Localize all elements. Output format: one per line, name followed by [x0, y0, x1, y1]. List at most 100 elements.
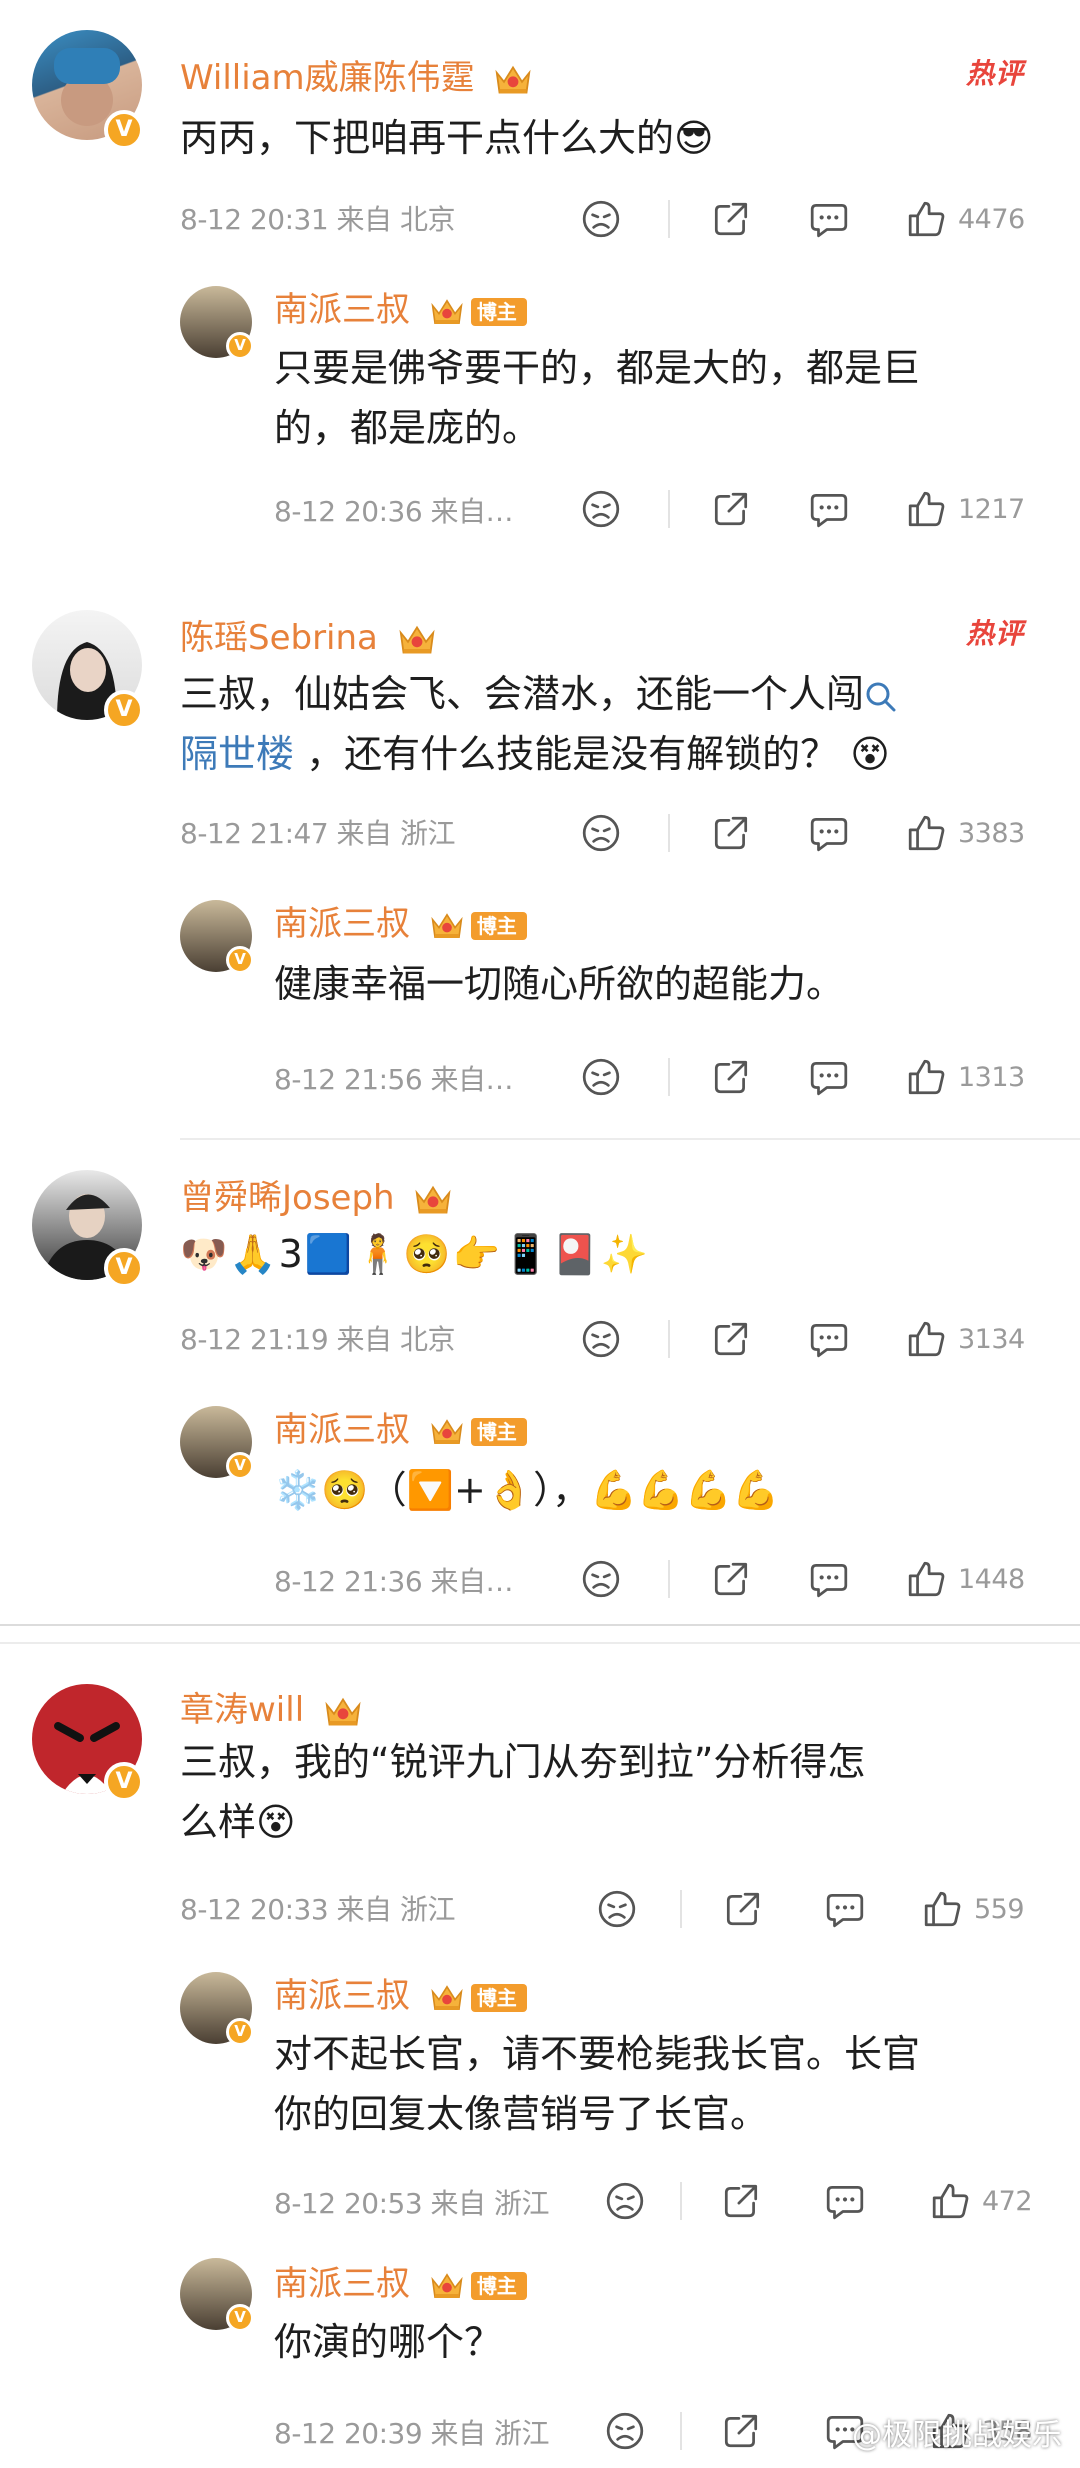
like-count: 472	[982, 2185, 1033, 2217]
crown-icon	[429, 910, 465, 942]
crown-icon	[429, 2270, 465, 2302]
like-button[interactable]: 472	[930, 2176, 1033, 2226]
share-icon	[722, 1888, 764, 1930]
share-icon	[710, 488, 752, 530]
dislike-button[interactable]	[596, 1884, 638, 1934]
dislike-button[interactable]	[580, 1554, 622, 1604]
reply-author[interactable]: 南派三叔 博主	[274, 896, 527, 945]
like-button[interactable]: 1448	[906, 1554, 1025, 1604]
verified-badge-icon: V	[104, 690, 144, 730]
topic-link[interactable]: 隔世楼	[180, 732, 294, 776]
verified-badge-icon: V	[226, 1452, 254, 1480]
emoji-icon: 😵	[256, 1800, 296, 1844]
divider	[0, 1642, 1080, 1644]
reply-actions: 1217	[580, 484, 1040, 534]
comment-meta: 8-12 20:31 来自 北京	[180, 203, 455, 236]
comment-actions: 3383	[580, 808, 1040, 858]
crown-icon	[493, 62, 533, 98]
dislike-button[interactable]	[604, 2406, 646, 2456]
comment-icon	[808, 198, 850, 240]
reply-text: 你演的哪个？	[274, 2320, 503, 2364]
comment-author[interactable]: 陈瑶Sebrina	[180, 610, 437, 659]
divider	[680, 1890, 682, 1928]
divider	[680, 2182, 682, 2220]
reply-meta: 8-12 20:39 来自 浙江	[274, 2417, 549, 2450]
comment-button[interactable]	[808, 1314, 850, 1364]
share-button[interactable]	[710, 484, 752, 534]
watermark: @极限挑战娱乐	[852, 2418, 1062, 2453]
reply-actions: 472	[604, 2176, 1054, 2226]
share-icon	[710, 198, 752, 240]
dislike-button[interactable]	[604, 2176, 646, 2226]
like-button[interactable]: 559	[922, 1884, 1025, 1934]
like-button[interactable]: 3383	[906, 808, 1025, 858]
comment-button[interactable]	[808, 1554, 850, 1604]
like-icon	[930, 2180, 972, 2222]
comment-icon	[824, 1888, 866, 1930]
comment-button[interactable]	[808, 808, 850, 858]
divider	[668, 1058, 670, 1096]
comment-button[interactable]	[808, 1052, 850, 1102]
like-count: 4476	[958, 203, 1025, 235]
dislike-button[interactable]	[580, 1052, 622, 1102]
comment-icon	[808, 1056, 850, 1098]
share-button[interactable]	[722, 1884, 764, 1934]
comment-text: 🐶🙏3🟦🧍🥺👉📱🎴✨	[180, 1232, 651, 1276]
dislike-button[interactable]	[580, 484, 622, 534]
hot-comment-badge: 热评	[965, 617, 1024, 650]
dislike-button[interactable]	[580, 1314, 622, 1364]
dislike-button[interactable]	[580, 194, 622, 244]
divider	[680, 2412, 682, 2450]
share-button[interactable]	[710, 1052, 752, 1102]
comment-author[interactable]: 章涛will	[180, 1682, 363, 1731]
comment-text: 丙丙，下把咱再干点什么大的😎	[180, 116, 714, 160]
divider	[0, 1624, 1080, 1626]
emoji-icon: 😵	[850, 732, 890, 776]
dislike-icon	[580, 198, 622, 240]
like-button[interactable]: 1313	[906, 1052, 1025, 1102]
like-button[interactable]: 1217	[906, 484, 1025, 534]
dislike-icon	[580, 488, 622, 530]
crown-icon	[429, 1982, 465, 2014]
comment-actions: 4476	[580, 194, 1040, 244]
blogger-tag: 博主	[470, 1417, 527, 1446]
share-button[interactable]	[710, 1554, 752, 1604]
like-count: 1217	[958, 493, 1025, 525]
reply-author[interactable]: 南派三叔 博主	[274, 282, 527, 331]
comment-author[interactable]: William威廉陈伟霆	[180, 50, 533, 99]
dislike-icon	[580, 1056, 622, 1098]
dislike-button[interactable]	[580, 808, 622, 858]
hot-comment-badge: 热评	[965, 57, 1024, 90]
share-button[interactable]	[710, 1314, 752, 1364]
share-button[interactable]	[720, 2176, 762, 2226]
divider	[668, 1320, 670, 1358]
comment-actions: 3134	[580, 1314, 1040, 1364]
like-count: 1313	[958, 1061, 1025, 1093]
reply-author[interactable]: 南派三叔 博主	[274, 1968, 527, 2017]
like-icon	[922, 1888, 964, 1930]
reply-meta: 8-12 20:36 来自…	[274, 495, 514, 528]
like-button[interactable]: 4476	[906, 194, 1025, 244]
reply-author[interactable]: 南派三叔 博主	[274, 1402, 527, 1451]
comment-author[interactable]: 曾舜晞Joseph	[180, 1170, 453, 1219]
reply-author[interactable]: 南派三叔 博主	[274, 2256, 527, 2305]
dislike-icon	[580, 1318, 622, 1360]
comment-button[interactable]	[808, 484, 850, 534]
crown-icon	[429, 1416, 465, 1448]
comment-actions: 559	[596, 1884, 1056, 1934]
comment-button[interactable]	[808, 194, 850, 244]
share-icon	[710, 1318, 752, 1360]
reply-actions: 1448	[580, 1554, 1040, 1604]
share-button[interactable]	[710, 808, 752, 858]
reply-meta: 8-12 20:53 来自 浙江	[274, 2187, 549, 2220]
share-button[interactable]	[710, 194, 752, 244]
share-button[interactable]	[720, 2406, 762, 2456]
comment-meta: 8-12 20:33 来自 浙江	[180, 1893, 455, 1926]
like-button[interactable]: 3134	[906, 1314, 1025, 1364]
like-count: 3134	[958, 1323, 1025, 1355]
divider	[668, 490, 670, 528]
divider	[668, 200, 670, 238]
comment-text: 三叔，仙姑会飞、会潜水，还能一个人闯 隔世楼 ，还有什么技能是没有解锁的？ 😵	[180, 664, 1020, 784]
comment-button[interactable]	[824, 2176, 866, 2226]
comment-button[interactable]	[824, 1884, 866, 1934]
